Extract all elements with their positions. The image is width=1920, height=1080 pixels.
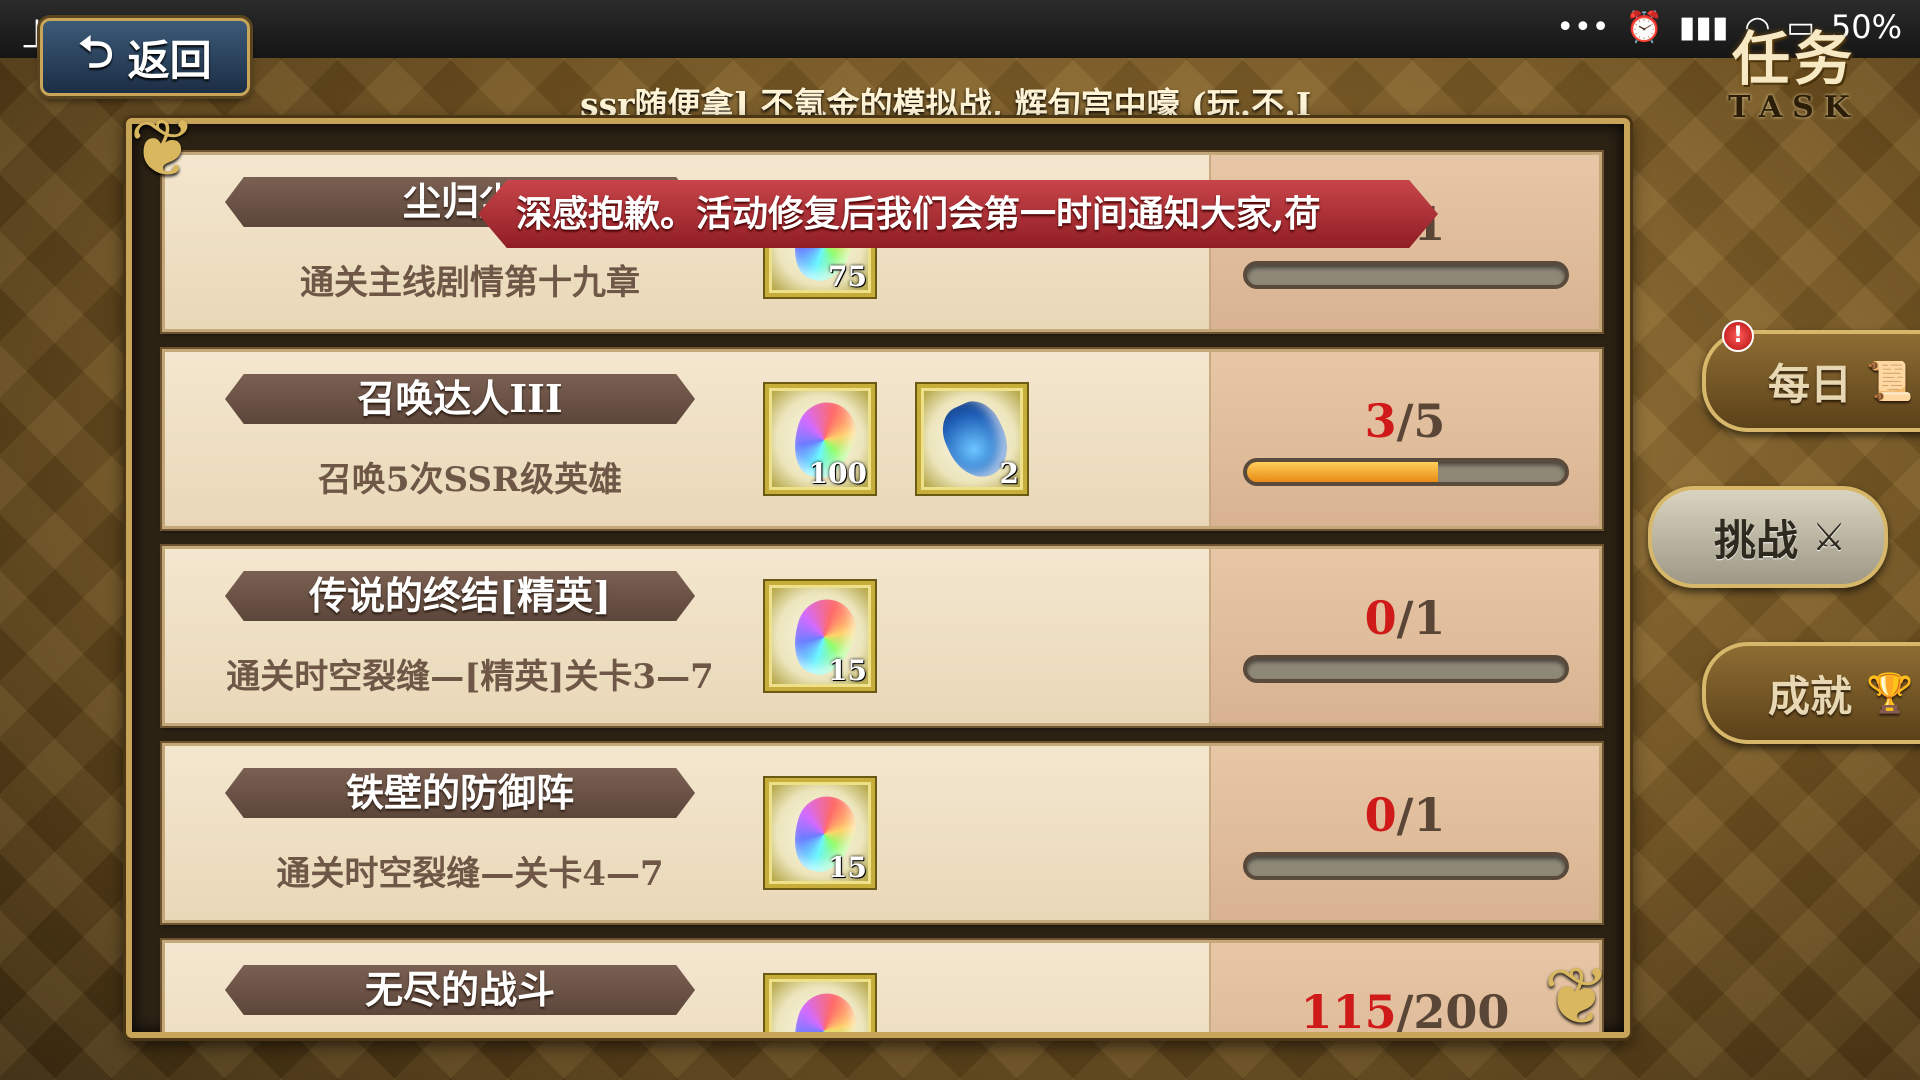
progress-text: 3/5 xyxy=(1364,394,1446,448)
notice-banner: 深感抱歉。活动修复后我们会第一时间通知大家,荷 xyxy=(478,180,1438,248)
task-row: 传说的终结[精英] 通关时空裂缝—[精英]关卡3—7 15 0/1 xyxy=(162,546,1602,726)
progress-current: 3 xyxy=(1364,394,1397,448)
crossed-swords-icon: ⚔ xyxy=(1812,515,1847,559)
task-row: 召唤达人III 召唤5次SSR级英雄 100 2 3/5 xyxy=(162,349,1602,529)
reward-slot[interactable]: 15 xyxy=(765,778,875,888)
task-title: 无尽的战斗 xyxy=(225,965,695,1015)
reward-slot[interactable]: 15 xyxy=(765,581,875,691)
rainbow-crystal-icon xyxy=(784,985,864,1032)
status-bar: 上午11:24 ••• ⏰ ▮▮▮ ◠ ▭ 50% xyxy=(0,0,1920,58)
alarm-icon: ⏰ xyxy=(1625,9,1663,45)
progress-text: 0/1 xyxy=(1364,591,1446,645)
corner-ornament-icon: ❦ xyxy=(1543,950,1611,1043)
reward-count: 15 xyxy=(828,851,867,884)
task-list-panel[interactable]: 尘归尘 通关主线剧情第十九章 75 0/1 召唤达人III 召唤5次SSR级英雄… xyxy=(126,118,1630,1038)
task-title: 传说的终结[精英] xyxy=(225,571,695,621)
title-text: 任务 xyxy=(1731,25,1856,93)
progress-bar xyxy=(1243,261,1569,289)
task-description: 通关时空裂缝—关卡4—7 xyxy=(276,854,664,894)
reward-count: 2 xyxy=(999,457,1019,490)
page-title: 任务 TASK xyxy=(1694,12,1894,125)
task-row: 无尽的战斗 115/200 xyxy=(162,940,1602,1038)
task-description: 召唤5次SSR级英雄 xyxy=(317,460,623,500)
task-row: 铁壁的防御阵 通关时空裂缝—关卡4—7 15 0/1 xyxy=(162,743,1602,923)
tab-label: 每日 xyxy=(1768,359,1853,409)
progress-fill xyxy=(1247,462,1438,482)
progress-total: 200 xyxy=(1413,985,1510,1038)
back-button[interactable]: ⮌ 返回 xyxy=(40,18,250,96)
task-title: 铁壁的防御阵 xyxy=(225,768,695,818)
tab-label: 成就 xyxy=(1768,671,1853,721)
game-screen: 上午11:24 ••• ⏰ ▮▮▮ ◠ ▭ 50% ⮌ 返回 任务 TASK s… xyxy=(0,0,1920,1080)
back-label: 返回 xyxy=(127,35,212,85)
progress-current: 0 xyxy=(1364,788,1397,842)
scroll-icon: 📜 xyxy=(1866,358,1914,403)
progress-total: 5 xyxy=(1413,394,1446,448)
task-progress-area: 0/1 xyxy=(1209,549,1599,723)
progress-current: 0 xyxy=(1364,591,1397,645)
progress-bar xyxy=(1243,852,1569,880)
reward-slot[interactable]: 2 xyxy=(917,384,1027,494)
task-progress-area: 3/5 xyxy=(1209,352,1599,526)
tab-label: 挑战 xyxy=(1714,515,1799,565)
reward-count: 15 xyxy=(828,654,867,687)
reward-slot[interactable] xyxy=(765,975,875,1032)
task-progress-area: 0/1 xyxy=(1209,746,1599,920)
reward-count: 75 xyxy=(828,260,867,293)
corner-ornament-icon: ❦ xyxy=(129,102,197,195)
title-english: TASK xyxy=(1728,90,1860,125)
tab-achievement[interactable]: 成就 🏆 xyxy=(1702,642,1920,744)
reward-slot[interactable]: 100 xyxy=(765,384,875,494)
progress-total: 1 xyxy=(1413,788,1446,842)
progress-total: 1 xyxy=(1413,591,1446,645)
progress-text: 0/1 xyxy=(1364,788,1446,842)
task-description: 通关主线剧情第十九章 xyxy=(300,263,640,303)
reward-count: 100 xyxy=(808,457,867,490)
more-dots-icon: ••• xyxy=(1556,9,1610,45)
task-description: 通关时空裂缝—[精英]关卡3—7 xyxy=(226,657,714,697)
trophy-icon: 🏆 xyxy=(1866,670,1914,715)
task-title: 召唤达人III xyxy=(225,374,695,424)
tab-challenge[interactable]: 挑战 ⚔ xyxy=(1648,486,1888,588)
progress-bar xyxy=(1243,458,1569,486)
progress-current: 115 xyxy=(1300,985,1397,1038)
progress-bar xyxy=(1243,655,1569,683)
notification-badge: ! xyxy=(1722,320,1754,352)
back-arrow-icon: ⮌ xyxy=(78,26,114,78)
